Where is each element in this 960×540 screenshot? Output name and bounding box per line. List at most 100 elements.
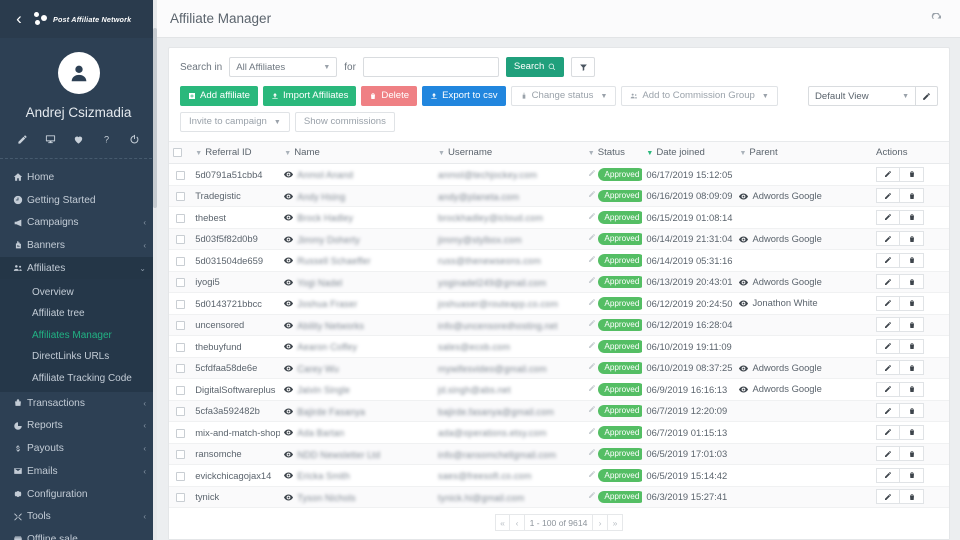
power-icon[interactable]	[128, 133, 141, 146]
sidebar-subitem-affiliates-manager[interactable]: Affiliates Manager	[0, 324, 157, 346]
table-row[interactable]: Tradegistic Andy Hsing andy@planeta.com Ap…	[169, 185, 949, 207]
row-checkbox[interactable]	[175, 407, 185, 417]
delete-row-button[interactable]	[900, 381, 925, 397]
edit-status-icon[interactable]	[588, 340, 596, 351]
edit-row-button[interactable]	[876, 209, 901, 225]
view-select[interactable]: Default View ▼	[808, 86, 916, 106]
preview-icon[interactable]	[284, 341, 294, 352]
table-row[interactable]: evickchicagojax14 Ericka Smith saes@freeso…	[169, 464, 949, 487]
table-row[interactable]: thebest Brock Hadley brockhadley@icloud.co…	[169, 206, 949, 229]
edit-status-icon[interactable]	[588, 404, 596, 415]
export-csv-button[interactable]: Export to csv	[422, 86, 506, 106]
column-header-username[interactable]: ▼ Username	[434, 141, 584, 164]
edit-status-icon[interactable]	[588, 232, 596, 243]
change-status-button[interactable]: Change status ▼	[510, 86, 617, 106]
delete-row-button[interactable]	[900, 274, 925, 290]
heart-icon[interactable]	[72, 133, 85, 146]
preview-icon[interactable]	[739, 298, 749, 309]
row-checkbox[interactable]	[175, 342, 185, 352]
delete-row-button[interactable]	[900, 209, 925, 225]
edit-status-icon[interactable]	[588, 189, 596, 200]
table-row[interactable]: 5d031504de659 Russell Schaeffer russ@thene…	[169, 249, 949, 272]
monitor-icon[interactable]	[44, 133, 57, 146]
preview-icon[interactable]	[284, 363, 294, 374]
edit-row-button[interactable]	[876, 317, 901, 333]
delete-button[interactable]: Delete	[361, 86, 418, 106]
edit-row-button[interactable]	[876, 188, 901, 204]
sidebar-item-offline-sale[interactable]: Offline sale	[0, 528, 157, 540]
column-header-name[interactable]: ▼ Name	[280, 141, 435, 164]
edit-status-icon[interactable]	[588, 168, 596, 179]
row-checkbox[interactable]	[175, 321, 185, 331]
edit-row-button[interactable]	[876, 295, 901, 311]
edit-view-button[interactable]	[916, 86, 938, 106]
delete-row-button[interactable]	[900, 446, 925, 462]
row-checkbox[interactable]	[175, 493, 185, 503]
pagination-first[interactable]: «	[495, 514, 510, 531]
import-affiliates-button[interactable]: Import Affiliates	[262, 86, 357, 106]
sidebar-subitem-affiliate-tracking-code[interactable]: Affiliate Tracking Code	[0, 367, 157, 389]
select-all-checkbox[interactable]	[173, 147, 182, 157]
sidebar-subitem-overview[interactable]: Overview	[0, 281, 157, 303]
edit-row-button[interactable]	[876, 424, 901, 440]
preview-icon[interactable]	[739, 277, 749, 288]
delete-row-button[interactable]	[900, 166, 925, 182]
edit-row-button[interactable]	[876, 231, 901, 247]
edit-status-icon[interactable]	[588, 361, 596, 372]
table-row[interactable]: DigitalSoftwareplus Jaivin Single jd.singh…	[169, 378, 949, 401]
row-checkbox[interactable]	[175, 213, 185, 223]
edit-status-icon[interactable]	[588, 447, 596, 458]
chevron-left-icon[interactable]: ‹	[8, 8, 30, 30]
table-row[interactable]: 5d0143721bbcc Joshua Fraser joshuaser@rout…	[169, 292, 949, 315]
preview-icon[interactable]	[284, 320, 294, 331]
delete-row-button[interactable]	[900, 424, 925, 440]
preview-icon[interactable]	[284, 255, 294, 266]
filter-button[interactable]	[571, 57, 596, 77]
sidebar-item-payouts[interactable]: Payouts ‹	[0, 437, 157, 460]
edit-status-icon[interactable]	[588, 469, 596, 480]
delete-row-button[interactable]	[900, 338, 925, 354]
row-checkbox[interactable]	[175, 450, 185, 460]
preview-icon[interactable]	[284, 169, 294, 180]
column-header-referral-id[interactable]: ▼ Referral ID	[191, 141, 281, 164]
edit-status-icon[interactable]	[588, 297, 596, 308]
row-checkbox[interactable]	[175, 364, 185, 374]
row-checkbox[interactable]	[175, 256, 185, 266]
brand-logo[interactable]: Post Affiliate Network	[34, 12, 131, 26]
edit-row-button[interactable]	[876, 360, 901, 376]
add-affiliate-button[interactable]: Add affiliate	[180, 86, 258, 106]
row-checkbox[interactable]	[175, 192, 185, 202]
table-row[interactable]: 5d03f5f82d0b9 Jimmy Doherty jimmy@stylbox.…	[169, 228, 949, 250]
preview-icon[interactable]	[284, 406, 294, 417]
table-row[interactable]: 5d0791a51cbb4 Anmol Anand anmol@techjockey…	[169, 163, 949, 186]
preview-icon[interactable]	[284, 298, 294, 309]
sidebar-item-home[interactable]: Home	[0, 166, 157, 189]
preview-icon[interactable]	[739, 363, 749, 374]
edit-status-icon[interactable]	[588, 254, 596, 265]
row-checkbox[interactable]	[175, 471, 185, 481]
delete-row-button[interactable]	[900, 360, 925, 376]
help-icon[interactable]: ?	[100, 133, 113, 146]
preview-icon[interactable]	[739, 234, 749, 245]
delete-row-button[interactable]	[900, 231, 925, 247]
preview-icon[interactable]	[739, 384, 749, 395]
sidebar-subitem-affiliate-tree[interactable]: Affiliate tree	[0, 303, 157, 325]
sidebar-item-emails[interactable]: Emails ‹	[0, 460, 157, 483]
edit-status-icon[interactable]	[588, 211, 596, 222]
table-row[interactable]: 5cfdfaa58de6e Carey Wu mywifesvideo@gmail.…	[169, 357, 949, 379]
preview-icon[interactable]	[284, 492, 294, 503]
preview-icon[interactable]	[284, 277, 294, 288]
search-input[interactable]	[362, 57, 499, 77]
preview-icon[interactable]	[284, 234, 294, 245]
delete-row-button[interactable]	[900, 295, 925, 311]
edit-status-icon[interactable]	[588, 490, 596, 501]
edit-status-icon[interactable]	[588, 275, 596, 286]
refresh-icon[interactable]	[928, 10, 946, 28]
row-checkbox[interactable]	[175, 385, 185, 395]
main-scrollbar[interactable]	[955, 38, 960, 540]
edit-row-button[interactable]	[876, 403, 901, 419]
sidebar-item-getting-started[interactable]: Getting Started	[0, 189, 157, 212]
search-scope-select[interactable]: All Affiliates ▼	[229, 57, 338, 77]
row-checkbox[interactable]	[175, 428, 185, 438]
table-row[interactable]: mix-and-match-shop Ada Bartan ada@operatio…	[169, 421, 949, 444]
